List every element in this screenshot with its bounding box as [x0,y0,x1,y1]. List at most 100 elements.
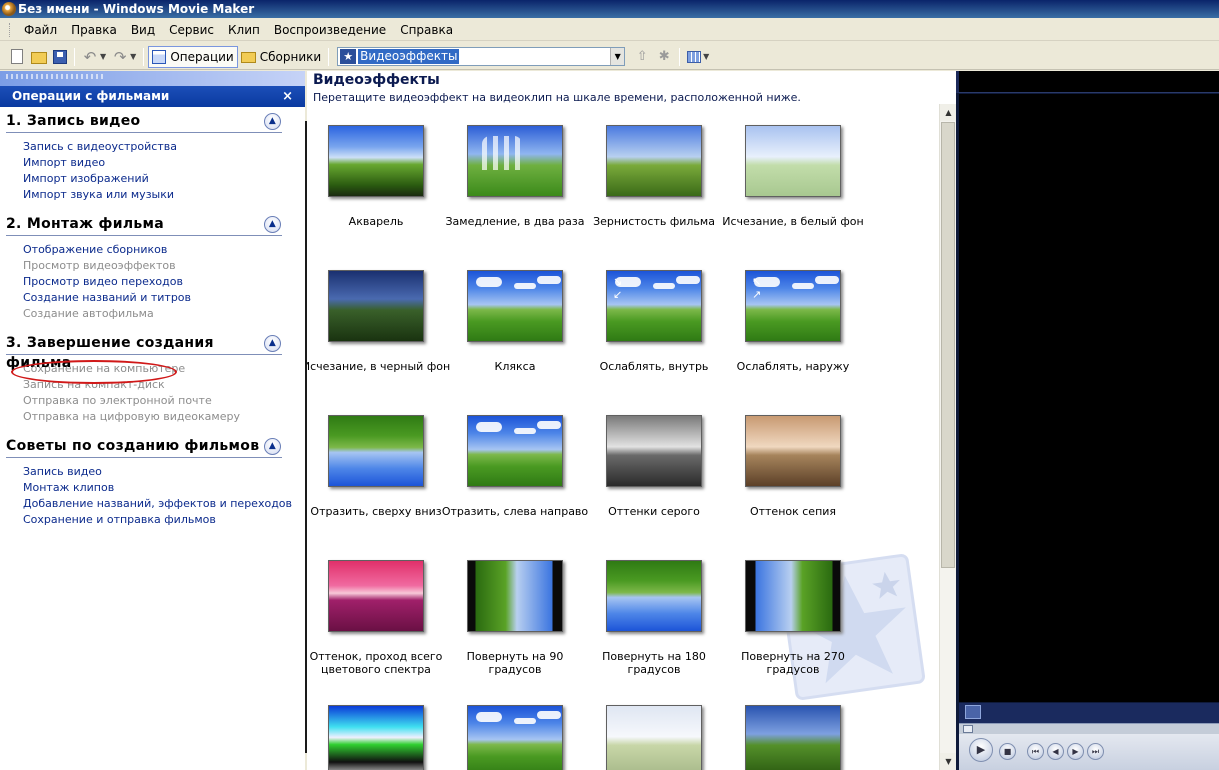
menu-file[interactable]: Файл [17,20,64,40]
link-view-transitions[interactable]: Просмотр видео переходов [23,274,282,290]
vertical-scrollbar[interactable]: ▲ ▼ [939,104,956,770]
effect-label: Замедление, в два раза [445,215,585,228]
save-project-button[interactable] [50,46,70,68]
effect-label: Клякса [494,360,536,373]
section-finish-movie: 3. Завершение создания фильма ▲ Сохранен… [6,333,282,425]
effect-thumbnail[interactable] [467,705,563,770]
menu-clip[interactable]: Клип [221,20,267,40]
movie-tasks-title: Операции с фильмами [12,89,170,103]
effect-label: Зернистость фильма [593,215,715,228]
link-import-pictures[interactable]: Импорт изображений [23,171,282,187]
effect-thumbnail[interactable] [606,705,702,770]
effect-thumbnail[interactable] [328,125,424,197]
toolbar-separator [328,47,330,66]
effect-thumbnail[interactable] [745,415,841,487]
up-level-button[interactable]: ⇧ [631,46,653,68]
operations-button[interactable]: Операции [148,45,238,68]
link-tip-capture[interactable]: Запись видео [23,464,282,480]
title-bar[interactable]: Без имени - Windows Movie Maker [0,0,1219,18]
section-title-text: Советы по созданию фильмов [6,438,260,454]
collapse-chevron-icon[interactable]: ▲ [264,438,281,455]
effect-thumbnail[interactable] [606,270,702,342]
link-make-titles[interactable]: Создание названий и титров [23,290,282,306]
seek-knob[interactable] [963,725,973,733]
effect-thumbnail[interactable] [467,125,563,197]
section-title: Советы по созданию фильмов ▲ [6,436,282,458]
effect-thumbnail[interactable] [606,125,702,197]
collapse-chevron-icon[interactable]: ▲ [264,216,281,233]
menu-edit[interactable]: Правка [64,20,124,40]
redo-button[interactable]: ↷ ▼ [109,46,139,68]
menu-play[interactable]: Воспроизведение [267,20,393,40]
task-links: Запись с видеоустройства Импорт видео Им… [6,139,282,203]
menu-tools[interactable]: Сервис [162,20,221,40]
link-view-video-effects: Просмотр видеоэффектов [23,259,176,272]
effect-thumbnail[interactable] [328,415,424,487]
effect-thumbnail[interactable] [606,560,702,632]
play-icon[interactable]: ▶ [969,738,993,762]
link-tip-titles-effects[interactable]: Добавление названий, эффектов и переходо… [23,496,292,512]
undo-button[interactable]: ↶ ▼ [79,46,109,68]
forward-icon[interactable]: ▶ [1067,743,1084,760]
preview-monitor: ▶ ■ ⏮ ◀ ▶ ⏭ [956,71,1219,770]
undo-dropdown-icon[interactable]: ▼ [100,52,106,61]
scroll-up-icon[interactable]: ▲ [940,104,956,121]
effect-label: Оттенок сепия [749,505,837,518]
effect-thumbnail[interactable] [328,560,424,632]
location-value: Видеоэффекты [358,49,460,64]
section-title-text: 1. Запись видео [6,113,141,129]
effect-thumbnail[interactable] [467,415,563,487]
save-icon [53,49,67,64]
previous-frame-icon[interactable]: ⏮ [1027,743,1044,760]
full-screen-icon[interactable] [965,705,981,719]
effect-thumbnail[interactable] [467,560,563,632]
toolbar: ↶ ▼ ↷ ▼ Операции Сборники ★ Видеоэффекты ▼… [0,44,1219,70]
effect-thumbnail[interactable] [745,560,841,632]
effect-thumbnail[interactable] [745,270,841,342]
effect-thumbnail[interactable] [745,125,841,197]
menu-help[interactable]: Справка [393,20,460,40]
location-combobox[interactable]: ★ Видеоэффекты ▼ [337,47,626,66]
close-pane-icon[interactable]: × [282,86,293,107]
video-effects-content: Видеоэффекты Перетащите видеоэффект на в… [307,71,956,770]
link-import-audio[interactable]: Импорт звука или музыки [23,187,282,203]
monitor-top-bar [956,71,1219,93]
link-show-collections[interactable]: Отображение сборников [23,242,282,258]
link-tip-edit-clips[interactable]: Монтаж клипов [23,480,282,496]
effect-thumbnail[interactable] [328,705,424,770]
effect-thumbnail[interactable] [467,270,563,342]
up-arrow-icon: ⇧ [636,48,648,64]
collections-button[interactable]: Сборники [238,46,324,68]
effect-thumbnail[interactable] [606,415,702,487]
toolbar-separator [679,47,681,66]
scroll-thumb[interactable] [941,122,955,568]
collapse-chevron-icon[interactable]: ▲ [264,113,281,130]
effect-thumbnail[interactable] [328,270,424,342]
effect-label: Повернуть на 270 градусов [741,650,845,676]
toolbar-separator [74,47,75,66]
effect-thumbnail[interactable] [745,705,841,770]
link-capture-from-device[interactable]: Запись с видеоустройства [23,139,282,155]
combo-dropdown-icon[interactable]: ▼ [610,48,625,65]
link-tip-save-send[interactable]: Сохранение и отправка фильмов [23,512,282,528]
window-title: Без имени - Windows Movie Maker [18,2,255,16]
collections-label: Сборники [259,49,322,64]
new-collection-button[interactable]: ✱ [653,46,675,68]
link-send-dv-camera: Отправка на цифровую видеокамеру [23,410,240,423]
effect-label: Акварель [348,215,404,228]
collapse-chevron-icon[interactable]: ▲ [264,335,281,352]
menu-view[interactable]: Вид [124,20,162,40]
open-project-button[interactable] [28,46,50,68]
section-title-text: 2. Монтаж фильма [6,216,165,232]
stop-icon[interactable]: ■ [999,743,1016,760]
views-button[interactable]: ▼ [684,46,712,68]
seek-bar[interactable] [959,723,1219,734]
effect-label: Повернуть на 180 градусов [602,650,706,676]
undo-icon: ↶ [83,47,97,66]
next-frame-icon[interactable]: ⏭ [1087,743,1104,760]
rewind-icon[interactable]: ◀ [1047,743,1064,760]
scroll-down-icon[interactable]: ▼ [940,753,956,770]
new-project-button[interactable] [6,46,28,68]
redo-dropdown-icon[interactable]: ▼ [130,52,136,61]
link-import-video[interactable]: Импорт видео [23,155,282,171]
